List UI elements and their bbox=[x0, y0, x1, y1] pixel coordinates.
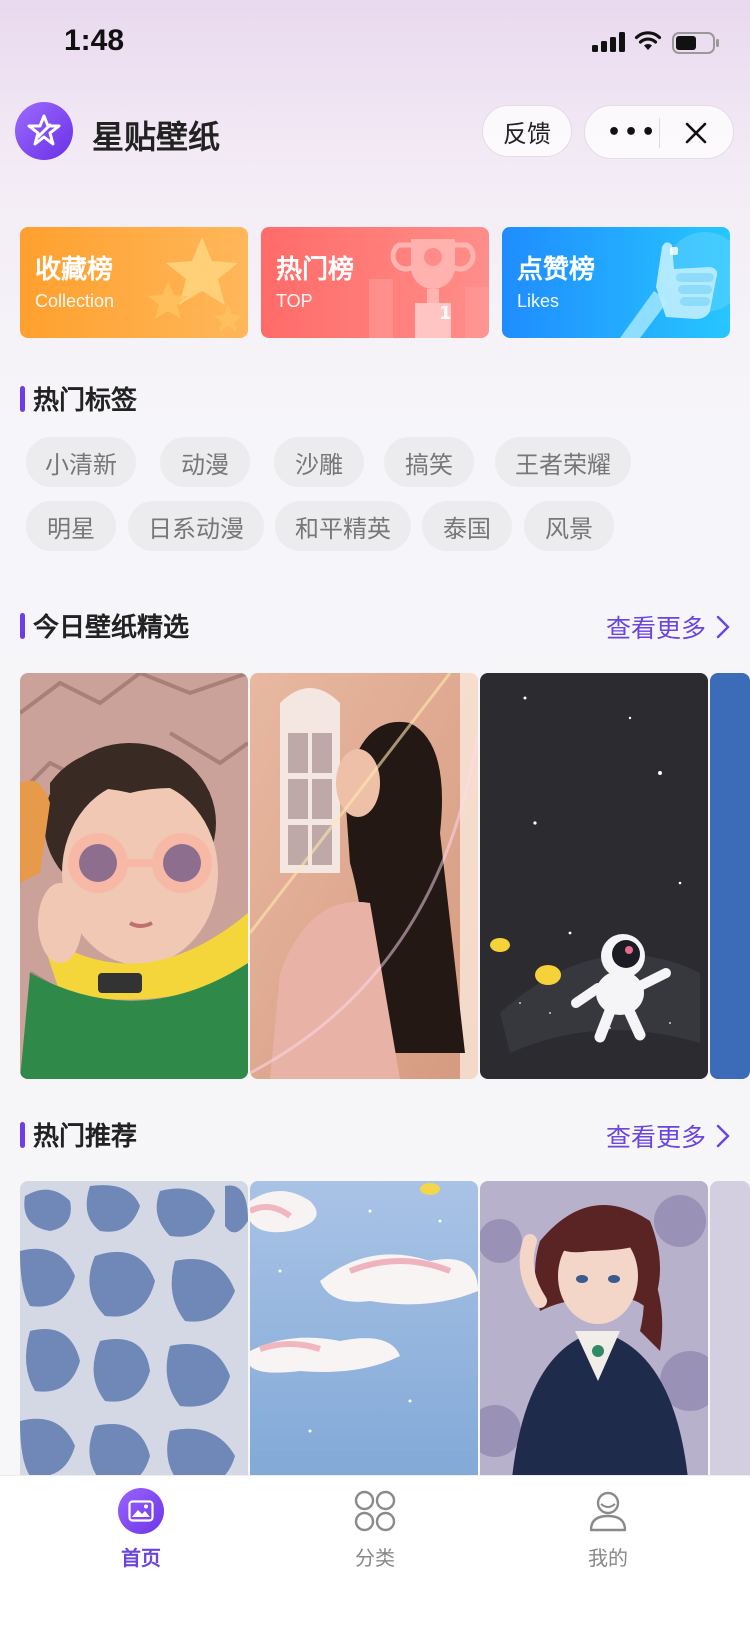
wallpaper-image bbox=[480, 1181, 708, 1475]
see-more-label: 查看更多 bbox=[605, 1123, 706, 1152]
status-time: 1:48 bbox=[64, 24, 125, 57]
nav-bar: 星贴壁纸 反馈 ••• bbox=[0, 92, 750, 188]
bottom-tab-bar: 首页 分类 我的 bbox=[0, 1475, 750, 1626]
tab-mine[interactable]: 我的 bbox=[548, 1488, 668, 1571]
see-more-label: 查看更多 bbox=[605, 614, 706, 643]
top-rank-subtitle: TOP bbox=[276, 291, 313, 311]
trophy-icon bbox=[369, 239, 489, 338]
chevron-right-icon bbox=[716, 615, 730, 639]
wallpaper-card[interactable] bbox=[250, 1181, 478, 1475]
tab-mine-label: 我的 bbox=[588, 1546, 628, 1570]
collection-rank-subtitle: Collection bbox=[35, 291, 115, 311]
today-picks-title: 今日壁纸精选 bbox=[33, 613, 190, 643]
star-icon bbox=[148, 237, 242, 332]
top-rank-badge: 1 bbox=[439, 303, 452, 324]
battery-icon bbox=[672, 32, 719, 54]
tag-chip[interactable]: 动漫 bbox=[160, 437, 250, 487]
capsule-divider bbox=[659, 118, 660, 148]
signal-icon bbox=[592, 32, 625, 52]
tag-chip[interactable]: 沙雕 bbox=[274, 437, 364, 487]
likes-rank-title: 点赞榜 bbox=[517, 255, 596, 285]
tag-chip[interactable]: 和平精英 bbox=[275, 501, 411, 551]
likes-rank-subtitle: Likes bbox=[517, 291, 560, 311]
tag-chip[interactable]: 泰国 bbox=[422, 501, 512, 551]
tag-chip[interactable]: 小清新 bbox=[26, 437, 136, 487]
rank-cards: 收藏榜 Collection 1 热门榜 TOP 点赞榜 Likes bbox=[20, 227, 730, 338]
tag-chip[interactable]: 风景 bbox=[524, 501, 614, 551]
hot-tags-header: 热门标签 bbox=[20, 380, 730, 420]
collection-rank-title: 收藏榜 bbox=[35, 255, 114, 285]
section-accent-bar bbox=[20, 1122, 25, 1148]
wallpaper-image bbox=[20, 673, 248, 1079]
tab-category[interactable]: 分类 bbox=[315, 1488, 435, 1571]
tag-chip[interactable]: 搞笑 bbox=[384, 437, 474, 487]
wallpaper-card[interactable] bbox=[20, 1181, 248, 1475]
tab-home-label: 首页 bbox=[121, 1546, 161, 1570]
wallpaper-card[interactable] bbox=[480, 1181, 708, 1475]
wallpaper-image bbox=[480, 673, 708, 1079]
close-icon[interactable] bbox=[683, 120, 709, 146]
app-logo-icon bbox=[15, 102, 73, 160]
today-picks-strip bbox=[20, 673, 750, 1079]
tab-home[interactable]: 首页 bbox=[81, 1488, 201, 1571]
thumbs-up-icon bbox=[620, 232, 730, 338]
hot-tags-title: 热门标签 bbox=[33, 386, 138, 416]
today-see-more-link[interactable]: 查看更多 bbox=[606, 609, 730, 645]
wifi-icon bbox=[634, 31, 662, 50]
wallpaper-image bbox=[20, 1181, 248, 1475]
app-title: 星贴壁纸 bbox=[92, 118, 221, 156]
today-picks-header: 今日壁纸精选 查看更多 bbox=[20, 607, 730, 647]
wallpaper-card-partial[interactable] bbox=[710, 1181, 750, 1475]
chevron-right-icon bbox=[716, 1124, 730, 1148]
image-icon bbox=[118, 1488, 164, 1534]
tab-category-label: 分类 bbox=[355, 1546, 395, 1570]
top-rank-card[interactable]: 1 热门榜 TOP bbox=[261, 227, 489, 338]
tag-chip[interactable]: 日系动漫 bbox=[128, 501, 264, 551]
feedback-button[interactable]: 反馈 bbox=[482, 105, 572, 157]
wallpaper-card-partial[interactable] bbox=[710, 673, 750, 1079]
status-bar: 1:48 bbox=[0, 0, 750, 92]
wallpaper-card[interactable] bbox=[20, 673, 248, 1079]
mini-program-capsule: ••• bbox=[584, 105, 734, 159]
recommend-title: 热门推荐 bbox=[33, 1122, 138, 1152]
more-button[interactable]: ••• bbox=[607, 120, 658, 145]
collection-rank-card[interactable]: 收藏榜 Collection bbox=[20, 227, 248, 338]
section-accent-bar bbox=[20, 613, 25, 639]
wallpaper-image bbox=[250, 673, 478, 1079]
recommend-see-more-link[interactable]: 查看更多 bbox=[606, 1118, 730, 1154]
recommend-strip bbox=[20, 1181, 750, 1475]
tag-chip[interactable]: 明星 bbox=[26, 501, 116, 551]
wallpaper-card[interactable] bbox=[480, 673, 708, 1079]
likes-rank-card[interactable]: 点赞榜 Likes bbox=[502, 227, 730, 338]
user-icon bbox=[585, 1488, 631, 1534]
recommend-header: 热门推荐 查看更多 bbox=[20, 1116, 730, 1156]
section-accent-bar bbox=[20, 386, 25, 412]
wallpaper-image bbox=[250, 1181, 478, 1475]
top-rank-title: 热门榜 bbox=[276, 255, 355, 285]
wallpaper-card[interactable] bbox=[250, 673, 478, 1079]
grid-icon bbox=[352, 1488, 398, 1534]
tag-chip[interactable]: 王者荣耀 bbox=[495, 437, 631, 487]
